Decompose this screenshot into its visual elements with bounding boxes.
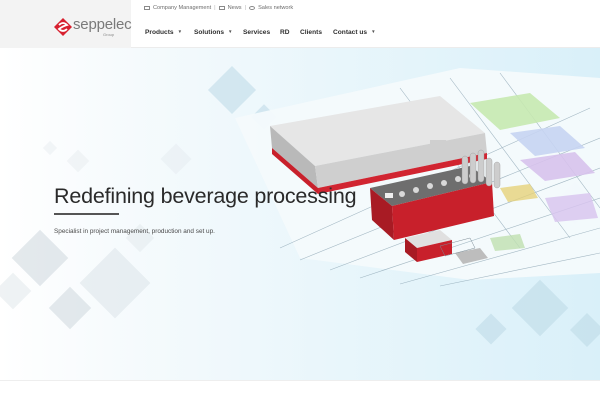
hero-title: Redefining beverage processing	[54, 184, 357, 208]
logo-wordmark: seppelec	[73, 16, 132, 33]
hero-banner: Redefining beverage processing Specialis…	[0, 48, 600, 380]
nav-item-products[interactable]: Products ▼	[145, 29, 182, 36]
nav-item-solutions[interactable]: Solutions ▼	[194, 29, 233, 36]
nav-item-contact-us[interactable]: Contact us ▼	[333, 29, 376, 36]
hero-subtitle: Specialist in project management, produc…	[54, 228, 215, 235]
chevron-down-icon: ▼	[177, 29, 183, 34]
chevron-down-icon: ▼	[228, 29, 233, 34]
newspaper-icon	[218, 5, 225, 10]
topbar-link-company-management[interactable]: Company Management	[144, 5, 211, 11]
separator: |	[214, 5, 216, 11]
topbar-link-news[interactable]: News	[218, 5, 242, 11]
eye-icon	[249, 5, 256, 10]
title-underline	[54, 213, 119, 215]
nav-item-clients[interactable]: Clients	[300, 29, 322, 36]
seppelec-logo-icon	[54, 18, 72, 36]
site-header: seppelec Group Company Management | News | S…	[0, 0, 600, 48]
top-utility-bar: Company Management | News | Sales network	[144, 3, 304, 13]
topbar-link-sales-network[interactable]: Sales network	[249, 5, 293, 11]
nav-item-rd[interactable]: RD	[280, 29, 290, 36]
separator: |	[244, 5, 247, 11]
page-bottom-strip	[0, 380, 600, 400]
document-icon	[144, 5, 150, 10]
nav-item-services[interactable]: Services	[243, 29, 270, 36]
logo-subtitle: Group	[103, 32, 115, 37]
chevron-down-icon: ▼	[371, 29, 376, 34]
logo[interactable]: seppelec Group	[0, 0, 132, 48]
